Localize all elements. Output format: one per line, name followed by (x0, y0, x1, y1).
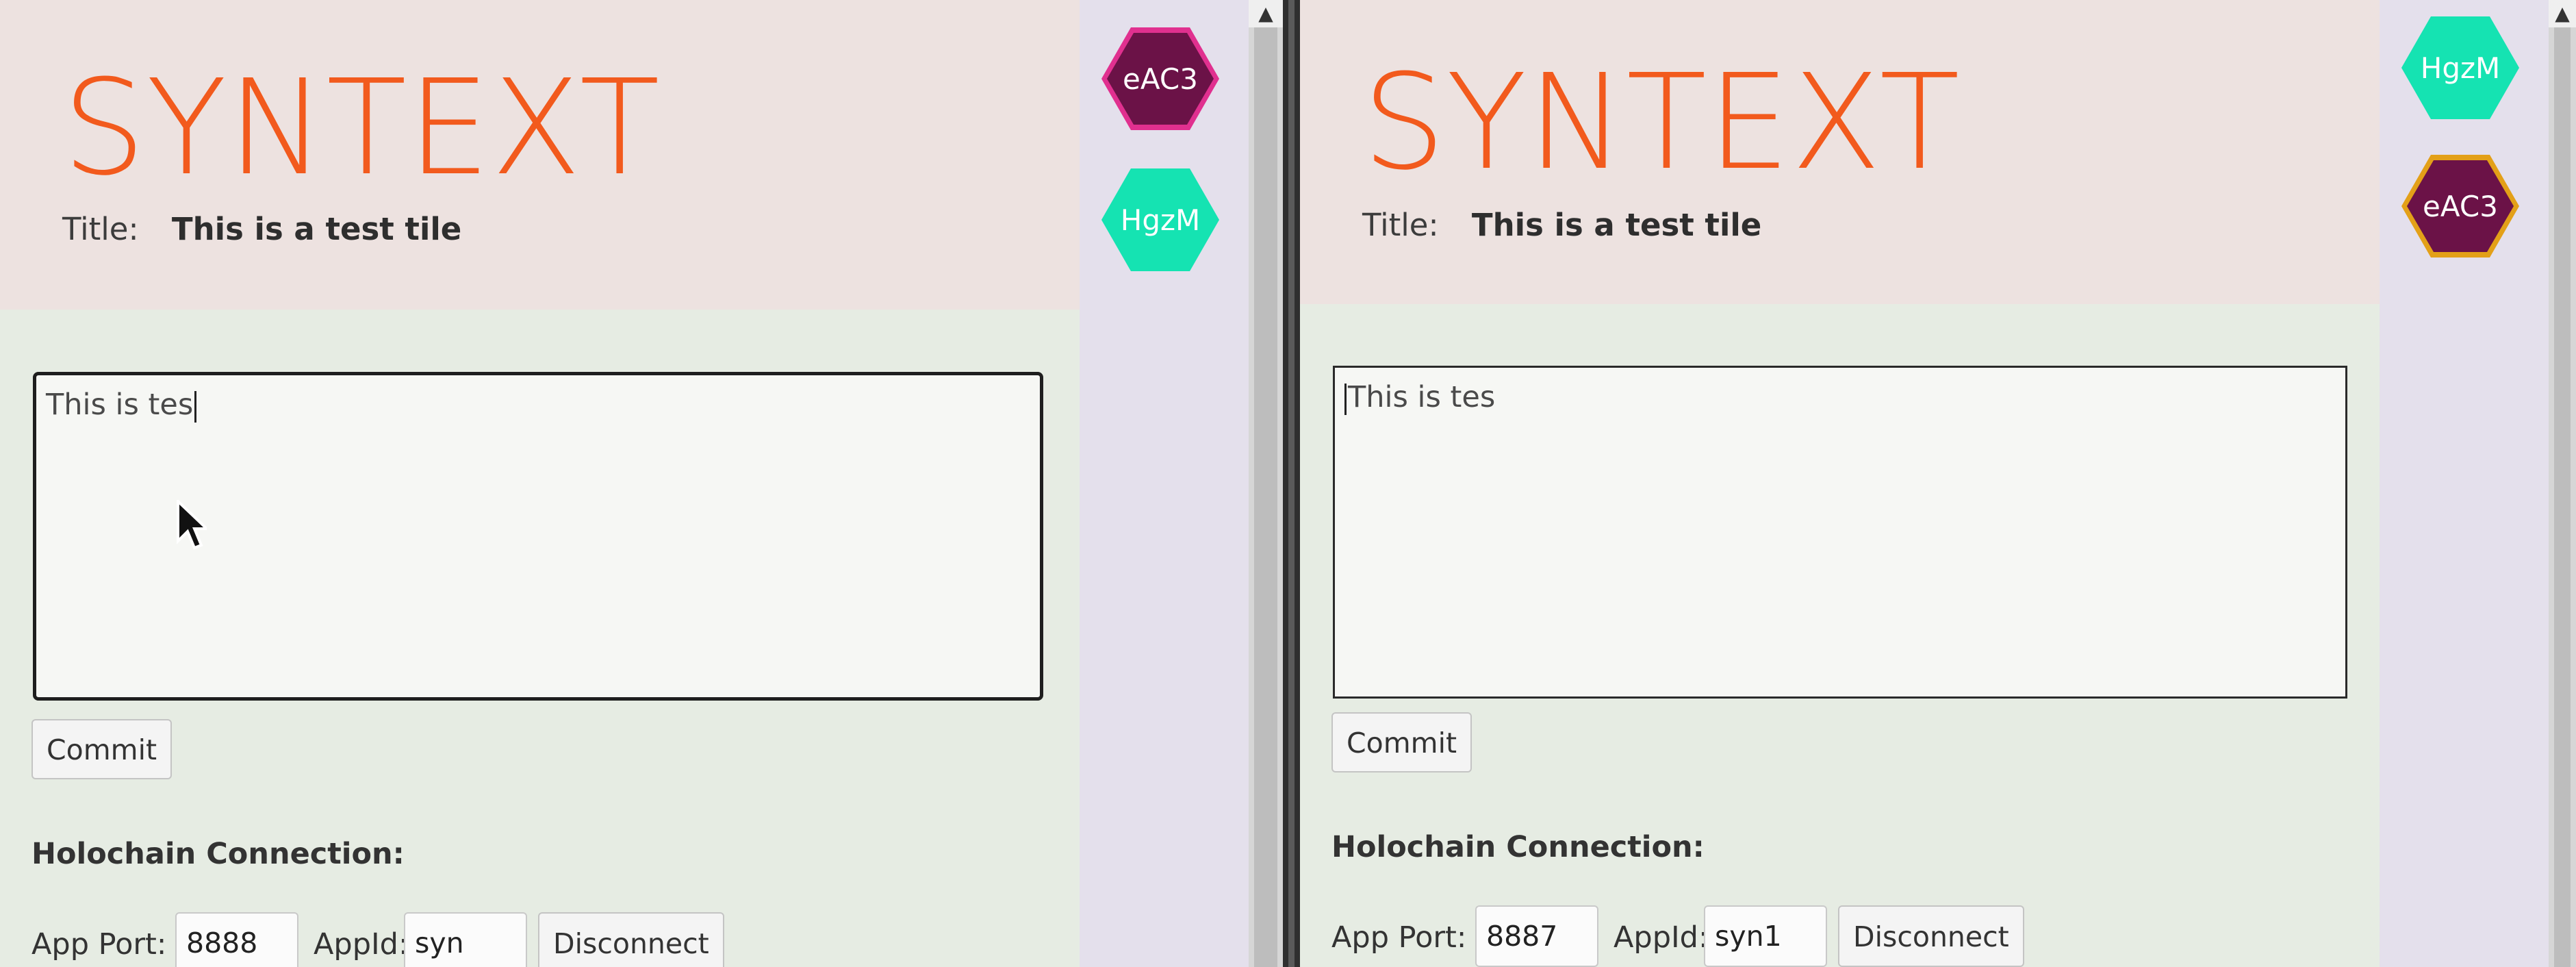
title-row: Title: This is a test tile (1362, 207, 1761, 243)
connection-heading: Holochain Connection: (31, 837, 405, 871)
app-id-input[interactable]: syn (404, 912, 527, 967)
editor-content: This is tes (1348, 380, 1496, 414)
text-caret (1344, 383, 1347, 415)
participants-sidebar: HgzM eAC3 (2380, 0, 2549, 967)
syntext-pane-right: SYNTEXT Title: This is a test tile This … (1300, 0, 2576, 967)
scroll-thumb[interactable] (2554, 27, 2571, 967)
editor-content: This is tes (46, 388, 194, 422)
scroll-thumb[interactable] (1254, 27, 1277, 967)
commit-button[interactable]: Commit (31, 719, 173, 779)
editor-section: This is tes Commit Holochain Connection:… (1300, 304, 2380, 967)
scrollbar[interactable]: ▲ (2549, 0, 2576, 967)
connection-heading: Holochain Connection: (1331, 830, 1705, 864)
mouse-pointer-icon (177, 500, 207, 550)
participant-avatar-eac3[interactable]: eAC3 (2401, 155, 2519, 258)
app-id-label: AppId: (314, 927, 409, 962)
participant-label: HgzM (2420, 51, 2501, 85)
text-editor[interactable]: This is tes (1333, 366, 2347, 699)
participant-avatar-eac3[interactable]: eAC3 (1101, 27, 1219, 130)
divider-handle[interactable] (1288, 0, 1295, 967)
participant-label: HgzM (1120, 203, 1201, 237)
title-label: Title: (1362, 207, 1439, 243)
scrollbar[interactable]: ▲ (1249, 0, 1283, 967)
commit-button[interactable]: Commit (1331, 712, 1472, 773)
app-logo: SYNTEXT (62, 52, 661, 205)
title-label: Title: (62, 211, 139, 247)
header: SYNTEXT Title: This is a test tile (0, 0, 1080, 310)
app-id-label: AppId: (1614, 920, 1709, 955)
main-area: SYNTEXT Title: This is a test tile This … (1300, 0, 2380, 967)
main-area: SYNTEXT Title: This is a test tile This … (0, 0, 1080, 967)
participant-label: eAC3 (2423, 189, 2498, 223)
app-port-input[interactable]: 8888 (175, 912, 298, 967)
app-port-input[interactable]: 8887 (1475, 905, 1598, 967)
editor-section: This is tes Commit Holochain Connection:… (0, 310, 1080, 967)
scroll-up-icon[interactable]: ▲ (2549, 0, 2576, 27)
title-value[interactable]: This is a test tile (1472, 207, 1761, 243)
participants-sidebar: eAC3 HgzM (1080, 0, 1249, 967)
app-port-label: App Port: (31, 927, 167, 962)
window-divider[interactable] (1283, 0, 1300, 967)
scroll-up-icon[interactable]: ▲ (1249, 0, 1283, 27)
disconnect-button[interactable]: Disconnect (538, 912, 724, 967)
app-id-input[interactable]: syn1 (1704, 905, 1827, 967)
title-value[interactable]: This is a test tile (172, 211, 461, 247)
syntext-pane-left: SYNTEXT Title: This is a test tile This … (0, 0, 1283, 967)
participant-avatar-hgzm[interactable]: HgzM (1101, 168, 1219, 271)
title-row: Title: This is a test tile (62, 211, 461, 247)
disconnect-button[interactable]: Disconnect (1838, 905, 2024, 967)
participant-label: eAC3 (1123, 62, 1198, 96)
header: SYNTEXT Title: This is a test tile (1300, 0, 2380, 304)
participant-avatar-hgzm[interactable]: HgzM (2401, 16, 2519, 119)
text-caret (194, 390, 197, 423)
app-logo: SYNTEXT (1362, 47, 1961, 199)
app-port-label: App Port: (1331, 920, 1467, 955)
